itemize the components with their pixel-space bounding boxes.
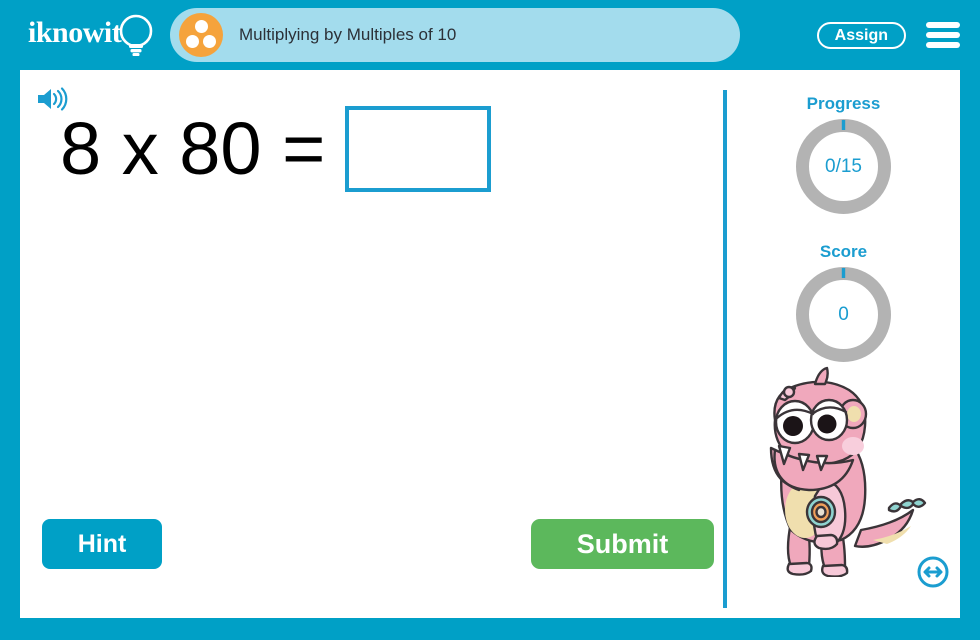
pink-monster-mascot xyxy=(769,366,927,577)
lightbulb-icon xyxy=(119,14,153,56)
score-value: 0 xyxy=(838,303,849,325)
question-prompt: 8 x 80 = xyxy=(60,107,326,190)
hint-button[interactable]: Hint xyxy=(42,519,162,569)
app-window: iknowit Multiplying by Multiples of 10 A… xyxy=(0,0,980,640)
submit-button[interactable]: Submit xyxy=(531,519,714,569)
left-right-arrow-circle-icon[interactable] xyxy=(917,556,949,588)
lesson-title: Multiplying by Multiples of 10 xyxy=(239,25,457,44)
app-header: iknowit Multiplying by Multiples of 10 A… xyxy=(0,0,980,70)
logo-wordmark: iknowit xyxy=(28,16,122,49)
lesson-title-panel: Multiplying by Multiples of 10 xyxy=(170,8,740,62)
sidebar: Progress 0/15 Score 0 xyxy=(727,70,960,618)
iknowit-logo[interactable]: iknowit xyxy=(28,14,178,60)
score-ring: 0 xyxy=(795,266,892,363)
content-frame: 8 x 80 = Hint Submit Progress 0/15 Score… xyxy=(20,70,960,618)
answer-input[interactable] xyxy=(345,106,492,192)
question-area: 8 x 80 = Hint Submit xyxy=(20,70,723,618)
three-dots-circle-icon xyxy=(179,13,223,57)
progress-value: 0/15 xyxy=(825,155,862,177)
score-meter: Score 0 xyxy=(727,242,960,363)
score-label: Score xyxy=(819,242,868,261)
hamburger-menu-icon[interactable] xyxy=(926,22,960,48)
progress-meter: Progress 0/15 xyxy=(727,94,960,215)
assign-button[interactable]: Assign xyxy=(816,22,906,49)
progress-label: Progress xyxy=(806,94,881,113)
question-row: 8 x 80 = xyxy=(60,106,492,192)
progress-ring: 0/15 xyxy=(795,118,892,215)
